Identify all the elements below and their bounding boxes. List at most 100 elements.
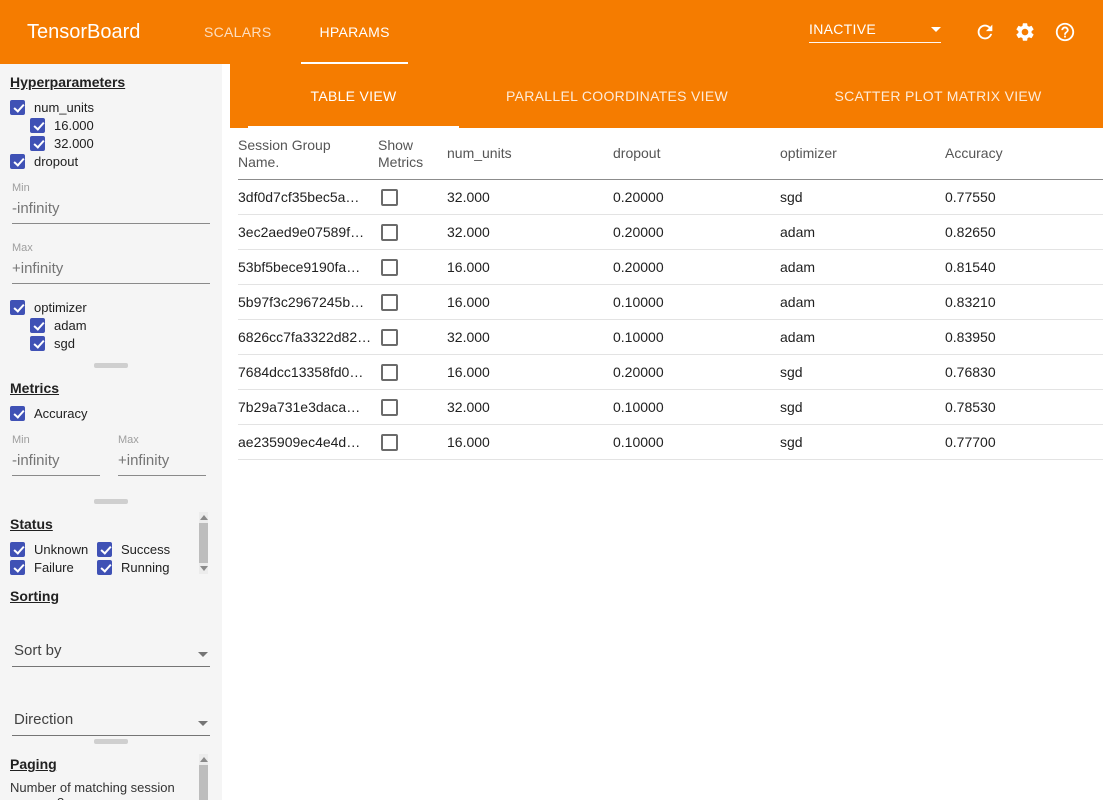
- status-running-checkbox[interactable]: [97, 560, 112, 575]
- run-status-select[interactable]: INACTIVE: [809, 21, 941, 43]
- resize-handle[interactable]: [94, 499, 128, 504]
- num-units-16-row[interactable]: 16.000: [10, 116, 212, 134]
- scrollbar-thumb[interactable]: [199, 523, 208, 563]
- optimizer-row[interactable]: optimizer: [10, 298, 212, 316]
- table-row: 53bf5bece9190fa… 16.000 0.20000 adam 0.8…: [238, 250, 1103, 285]
- session-group-name: 3ec2aed9e07589f…: [238, 224, 378, 240]
- column-header-show-metrics[interactable]: Show Metrics: [378, 137, 447, 171]
- show-metrics-checkbox[interactable]: [381, 189, 398, 206]
- scroll-down-icon[interactable]: [200, 566, 208, 571]
- dropout-row[interactable]: dropout: [10, 152, 212, 170]
- section-resize-handle-row: [0, 736, 222, 746]
- session-group-name: 53bf5bece9190fa…: [238, 259, 378, 275]
- metric-min-input[interactable]: [12, 450, 100, 476]
- run-status-value: INACTIVE: [809, 21, 876, 37]
- scroll-up-icon[interactable]: [200, 515, 208, 520]
- show-metrics-checkbox[interactable]: [381, 329, 398, 346]
- help-button[interactable]: [1054, 21, 1076, 43]
- num-units-cell: 16.000: [447, 434, 613, 450]
- status-unknown-checkbox[interactable]: [10, 542, 25, 557]
- show-metrics-checkbox[interactable]: [381, 294, 398, 311]
- hparams-main: TABLE VIEW PARALLEL COORDINATES VIEW SCA…: [230, 64, 1103, 800]
- optimizer-checkbox[interactable]: [10, 300, 25, 315]
- dropout-max-input[interactable]: [12, 258, 210, 284]
- status-success-checkbox[interactable]: [97, 542, 112, 557]
- status-failure-checkbox[interactable]: [10, 560, 25, 575]
- num-units-32-row[interactable]: 32.000: [10, 134, 212, 152]
- num-units-cell: 16.000: [447, 294, 613, 310]
- dropout-min-label: Min: [12, 182, 210, 194]
- num-units-cell: 32.000: [447, 189, 613, 205]
- dropout-max-label: Max: [12, 242, 210, 254]
- dropout-checkbox[interactable]: [10, 154, 25, 169]
- num-units-cell: 32.000: [447, 399, 613, 415]
- show-metrics-checkbox[interactable]: [381, 434, 398, 451]
- sort-by-label: Sort by: [14, 642, 62, 659]
- status-success-row[interactable]: Success: [97, 540, 186, 558]
- direction-select[interactable]: Direction: [12, 711, 210, 736]
- tab-table-view[interactable]: TABLE VIEW: [246, 64, 461, 128]
- optimizer-sgd-checkbox[interactable]: [30, 336, 45, 351]
- accuracy-checkbox[interactable]: [10, 406, 25, 421]
- settings-button[interactable]: [1014, 21, 1036, 43]
- dropout-cell: 0.20000: [613, 224, 780, 240]
- table-row: 6826cc7fa3322d82… 32.000 0.10000 adam 0.…: [238, 320, 1103, 355]
- optimizer-cell: sgd: [780, 189, 945, 205]
- num-units-cell: 32.000: [447, 329, 613, 345]
- show-metrics-checkbox[interactable]: [381, 224, 398, 241]
- column-header-num-units[interactable]: num_units: [447, 145, 613, 162]
- sort-by-select[interactable]: Sort by: [12, 642, 210, 667]
- optimizer-cell: adam: [780, 224, 945, 240]
- accuracy-cell: 0.76830: [945, 364, 1103, 380]
- chevron-down-icon: [198, 652, 208, 657]
- num-units-checkbox[interactable]: [10, 100, 25, 115]
- resize-handle[interactable]: [94, 363, 128, 368]
- session-group-name: 6826cc7fa3322d82…: [238, 329, 378, 345]
- chevron-down-icon: [931, 27, 941, 32]
- show-metrics-checkbox[interactable]: [381, 399, 398, 416]
- session-group-name: 7b29a731e3daca…: [238, 399, 378, 415]
- scroll-up-icon[interactable]: [200, 757, 208, 762]
- show-metrics-checkbox[interactable]: [381, 364, 398, 381]
- num-units-32-checkbox[interactable]: [30, 136, 45, 151]
- table-row: ae235909ec4e4d… 16.000 0.10000 sgd 0.777…: [238, 425, 1103, 460]
- section-resize-handle-row: [0, 496, 222, 506]
- metric-max-input[interactable]: [118, 450, 206, 476]
- tab-parallel-coordinates-view[interactable]: PARALLEL COORDINATES VIEW: [461, 64, 773, 128]
- tab-scalars[interactable]: SCALARS: [180, 0, 295, 64]
- num-units-cell: 32.000: [447, 224, 613, 240]
- dropout-cell: 0.10000: [613, 329, 780, 345]
- optimizer-adam-checkbox[interactable]: [30, 318, 45, 333]
- show-metrics-checkbox[interactable]: [381, 259, 398, 276]
- optimizer-cell: adam: [780, 329, 945, 345]
- dropout-cell: 0.20000: [613, 259, 780, 275]
- optimizer-sgd-row[interactable]: sgd: [10, 334, 212, 352]
- scrollbar-thumb[interactable]: [199, 765, 208, 800]
- column-header-session-group-name[interactable]: Session Group Name.: [238, 137, 378, 171]
- status-success-label: Success: [121, 542, 170, 557]
- hyperparameters-section: Hyperparameters num_units 16.000 32.000 …: [0, 64, 222, 360]
- optimizer-adam-row[interactable]: adam: [10, 316, 212, 334]
- tab-scatter-plot-matrix-view[interactable]: SCATTER PLOT MATRIX VIEW: [773, 64, 1103, 128]
- status-unknown-row[interactable]: Unknown: [10, 540, 97, 558]
- tab-scalars-label: SCALARS: [204, 24, 271, 40]
- status-failure-row[interactable]: Failure: [10, 558, 97, 576]
- dropout-min-input[interactable]: [12, 198, 210, 224]
- paging-scrollbar[interactable]: [199, 754, 208, 800]
- refresh-button[interactable]: [974, 21, 996, 43]
- header-actions: INACTIVE: [809, 0, 1103, 64]
- num-units-16-checkbox[interactable]: [30, 118, 45, 133]
- optimizer-label: optimizer: [34, 300, 87, 315]
- table-row: 3df0d7cf35bec5a… 32.000 0.20000 sgd 0.77…: [238, 180, 1103, 215]
- column-header-optimizer[interactable]: optimizer: [780, 145, 945, 162]
- num-units-row[interactable]: num_units: [10, 98, 212, 116]
- status-scrollbar[interactable]: [199, 512, 208, 574]
- tab-hparams[interactable]: HPARAMS: [295, 0, 413, 64]
- resize-handle[interactable]: [94, 739, 128, 744]
- num-units-label: num_units: [34, 100, 94, 115]
- column-header-accuracy[interactable]: Accuracy: [945, 145, 1103, 162]
- column-header-dropout[interactable]: dropout: [613, 145, 780, 162]
- accuracy-row[interactable]: Accuracy: [10, 404, 212, 422]
- status-title: Status: [10, 516, 212, 532]
- status-running-row[interactable]: Running: [97, 558, 186, 576]
